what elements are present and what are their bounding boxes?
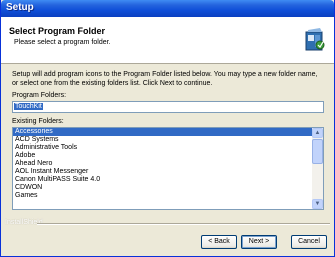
title-bar[interactable]: Setup — [1, 0, 334, 17]
folder-list-item[interactable]: Games — [13, 192, 312, 200]
folder-list-item[interactable]: AOL Instant Messenger — [13, 168, 312, 176]
footer-divider — [37, 223, 330, 225]
existing-folders-list[interactable]: Accessories ACD Systems Administrative Too… — [12, 127, 324, 210]
setup-box-icon — [305, 28, 325, 51]
folder-list-item[interactable]: Ahead Nero — [13, 160, 312, 168]
existing-folders-label: Existing Folders: — [12, 118, 64, 125]
scroll-up-button[interactable]: ▲ — [312, 128, 323, 138]
window-title: Setup — [6, 2, 34, 13]
folder-list-item[interactable]: Administrative Tools — [13, 144, 312, 152]
folder-list-item[interactable]: CDWON — [13, 184, 312, 192]
back-button[interactable]: < Back — [201, 235, 237, 249]
setup-window: Setup Select Program Folder Please selec… — [0, 0, 335, 257]
header-subtitle: Please select a program folder. — [14, 39, 111, 46]
folder-list-item[interactable]: ACD Systems — [13, 136, 312, 144]
folder-list-item[interactable]: Adobe — [13, 152, 312, 160]
folder-items: Accessories ACD Systems Administrative Too… — [13, 128, 312, 200]
chevron-down-icon: ▼ — [314, 201, 321, 207]
program-folder-label: Program Folders: — [12, 92, 67, 99]
description-text: Setup will add program icons to the Prog… — [12, 71, 318, 87]
dialog-header: Select Program Folder Please select a pr… — [1, 17, 334, 64]
program-folder-input[interactable]: TouchKit — [12, 101, 324, 113]
header-title: Select Program Folder — [9, 26, 106, 36]
chevron-up-icon: ▲ — [314, 130, 321, 136]
program-folder-value: TouchKit — [14, 103, 43, 110]
folder-list-item[interactable]: Canon MultiPASS Suite 4.0 — [13, 176, 312, 184]
scroll-thumb[interactable] — [312, 139, 323, 164]
cancel-button[interactable]: Cancel — [291, 235, 327, 249]
folder-list-item[interactable]: Accessories — [13, 128, 312, 136]
vertical-scrollbar[interactable]: ▲ ▼ — [312, 128, 323, 209]
next-button[interactable]: Next > — [241, 235, 277, 249]
scroll-down-button[interactable]: ▼ — [312, 199, 323, 209]
